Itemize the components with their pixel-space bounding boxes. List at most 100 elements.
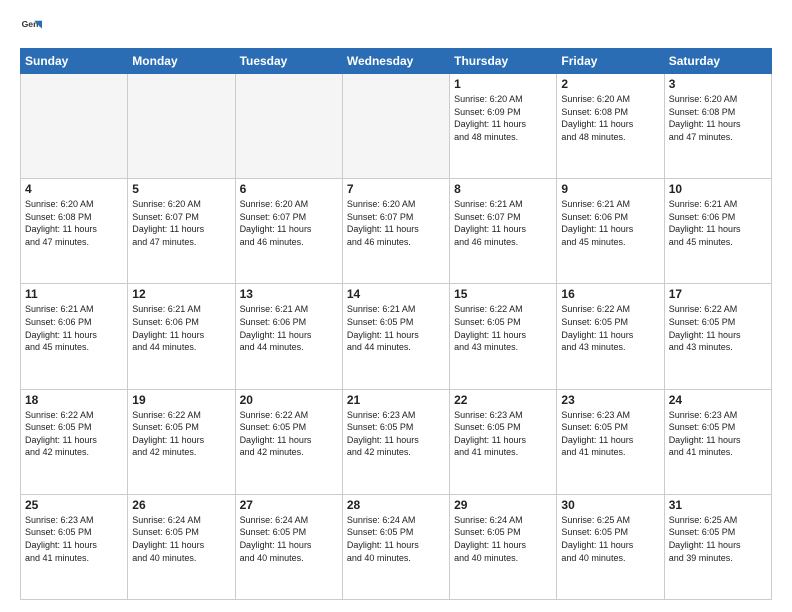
day-number: 4	[25, 182, 123, 196]
day-number: 14	[347, 287, 445, 301]
calendar-cell: 28Sunrise: 6:24 AM Sunset: 6:05 PM Dayli…	[342, 494, 449, 599]
week-row-1: 1 Sunrise: 6:20 AM Sunset: 6:09 PM Daylig…	[21, 74, 772, 179]
day-number: 9	[561, 182, 659, 196]
week-row-5: 25 Sunrise: 6:23 AM Sunset: 6:05 PM Dayli…	[21, 494, 772, 599]
day-info: Sunrise: 6:25 AM Sunset: 6:05 PM Dayligh…	[561, 514, 659, 564]
calendar-table: SundayMondayTuesdayWednesdayThursdayFrid…	[20, 48, 772, 600]
calendar-cell: 15 Sunrise: 6:22 AM Sunset: 6:05 PM Dayli…	[450, 284, 557, 389]
logo: General	[20, 16, 46, 38]
day-info: Sunrise: 6:20 AM Sunset: 6:07 PM Dayligh…	[347, 198, 445, 248]
calendar-cell: 12Sunrise: 6:21 AM Sunset: 6:06 PM Dayli…	[128, 284, 235, 389]
day-number: 11	[25, 287, 123, 301]
day-info: Sunrise: 6:21 AM Sunset: 6:06 PM Dayligh…	[561, 198, 659, 248]
day-info: Sunrise: 6:25 AM Sunset: 6:05 PM Dayligh…	[669, 514, 767, 564]
calendar-cell: 3 Sunrise: 6:20 AM Sunset: 6:08 PM Daylig…	[664, 74, 771, 179]
day-number: 21	[347, 393, 445, 407]
calendar-cell: 31Sunrise: 6:25 AM Sunset: 6:05 PM Dayli…	[664, 494, 771, 599]
day-info: Sunrise: 6:23 AM Sunset: 6:05 PM Dayligh…	[669, 409, 767, 459]
day-number: 12	[132, 287, 230, 301]
calendar-cell: 30 Sunrise: 6:25 AM Sunset: 6:05 PM Dayli…	[557, 494, 664, 599]
day-info: Sunrise: 6:21 AM Sunset: 6:06 PM Dayligh…	[240, 303, 338, 353]
calendar-cell: 7 Sunrise: 6:20 AM Sunset: 6:07 PM Daylig…	[342, 179, 449, 284]
day-number: 25	[25, 498, 123, 512]
weekday-monday: Monday	[128, 49, 235, 74]
calendar-cell: 27 Sunrise: 6:24 AM Sunset: 6:05 PM Dayli…	[235, 494, 342, 599]
calendar-cell	[342, 74, 449, 179]
day-info: Sunrise: 6:22 AM Sunset: 6:05 PM Dayligh…	[25, 409, 123, 459]
day-info: Sunrise: 6:24 AM Sunset: 6:05 PM Dayligh…	[454, 514, 552, 564]
weekday-wednesday: Wednesday	[342, 49, 449, 74]
calendar-cell: 2 Sunrise: 6:20 AM Sunset: 6:08 PM Daylig…	[557, 74, 664, 179]
calendar-cell: 22 Sunrise: 6:23 AM Sunset: 6:05 PM Dayli…	[450, 389, 557, 494]
calendar-cell: 1 Sunrise: 6:20 AM Sunset: 6:09 PM Daylig…	[450, 74, 557, 179]
day-number: 7	[347, 182, 445, 196]
day-number: 5	[132, 182, 230, 196]
calendar-cell: 8 Sunrise: 6:21 AM Sunset: 6:07 PM Daylig…	[450, 179, 557, 284]
day-info: Sunrise: 6:22 AM Sunset: 6:05 PM Dayligh…	[561, 303, 659, 353]
weekday-header-row: SundayMondayTuesdayWednesdayThursdayFrid…	[21, 49, 772, 74]
calendar-cell: 5 Sunrise: 6:20 AM Sunset: 6:07 PM Daylig…	[128, 179, 235, 284]
day-info: Sunrise: 6:20 AM Sunset: 6:08 PM Dayligh…	[669, 93, 767, 143]
day-number: 10	[669, 182, 767, 196]
day-number: 23	[561, 393, 659, 407]
day-info: Sunrise: 6:22 AM Sunset: 6:05 PM Dayligh…	[240, 409, 338, 459]
calendar-cell	[21, 74, 128, 179]
day-number: 6	[240, 182, 338, 196]
week-row-3: 11 Sunrise: 6:21 AM Sunset: 6:06 PM Dayli…	[21, 284, 772, 389]
day-number: 18	[25, 393, 123, 407]
day-number: 2	[561, 77, 659, 91]
day-number: 19	[132, 393, 230, 407]
day-number: 1	[454, 77, 552, 91]
day-number: 24	[669, 393, 767, 407]
calendar-cell: 14 Sunrise: 6:21 AM Sunset: 6:05 PM Dayli…	[342, 284, 449, 389]
day-info: Sunrise: 6:22 AM Sunset: 6:05 PM Dayligh…	[669, 303, 767, 353]
weekday-thursday: Thursday	[450, 49, 557, 74]
day-info: Sunrise: 6:24 AM Sunset: 6:05 PM Dayligh…	[240, 514, 338, 564]
day-info: Sunrise: 6:20 AM Sunset: 6:07 PM Dayligh…	[132, 198, 230, 248]
day-info: Sunrise: 6:22 AM Sunset: 6:05 PM Dayligh…	[454, 303, 552, 353]
day-number: 8	[454, 182, 552, 196]
day-info: Sunrise: 6:23 AM Sunset: 6:05 PM Dayligh…	[347, 409, 445, 459]
day-number: 15	[454, 287, 552, 301]
weekday-tuesday: Tuesday	[235, 49, 342, 74]
day-info: Sunrise: 6:20 AM Sunset: 6:08 PM Dayligh…	[25, 198, 123, 248]
day-number: 17	[669, 287, 767, 301]
day-number: 29	[454, 498, 552, 512]
day-info: Sunrise: 6:24 AM Sunset: 6:05 PM Dayligh…	[347, 514, 445, 564]
calendar-cell: 16 Sunrise: 6:22 AM Sunset: 6:05 PM Dayli…	[557, 284, 664, 389]
calendar-cell: 19 Sunrise: 6:22 AM Sunset: 6:05 PM Dayli…	[128, 389, 235, 494]
day-number: 27	[240, 498, 338, 512]
day-info: Sunrise: 6:20 AM Sunset: 6:09 PM Dayligh…	[454, 93, 552, 143]
calendar-cell: 18 Sunrise: 6:22 AM Sunset: 6:05 PM Dayli…	[21, 389, 128, 494]
day-number: 16	[561, 287, 659, 301]
day-info: Sunrise: 6:21 AM Sunset: 6:06 PM Dayligh…	[669, 198, 767, 248]
calendar-cell: 10 Sunrise: 6:21 AM Sunset: 6:06 PM Dayli…	[664, 179, 771, 284]
day-number: 22	[454, 393, 552, 407]
calendar-cell: 4 Sunrise: 6:20 AM Sunset: 6:08 PM Daylig…	[21, 179, 128, 284]
day-number: 20	[240, 393, 338, 407]
day-info: Sunrise: 6:21 AM Sunset: 6:06 PM Dayligh…	[25, 303, 123, 353]
day-number: 13	[240, 287, 338, 301]
day-info: Sunrise: 6:23 AM Sunset: 6:05 PM Dayligh…	[25, 514, 123, 564]
header: General	[20, 16, 772, 38]
page: General SundayMondayTuesdayWednesdayThur…	[0, 0, 792, 612]
calendar-cell	[128, 74, 235, 179]
day-info: Sunrise: 6:24 AM Sunset: 6:05 PM Dayligh…	[132, 514, 230, 564]
weekday-sunday: Sunday	[21, 49, 128, 74]
week-row-4: 18 Sunrise: 6:22 AM Sunset: 6:05 PM Dayli…	[21, 389, 772, 494]
day-info: Sunrise: 6:22 AM Sunset: 6:05 PM Dayligh…	[132, 409, 230, 459]
day-number: 26	[132, 498, 230, 512]
calendar-cell: 23Sunrise: 6:23 AM Sunset: 6:05 PM Dayli…	[557, 389, 664, 494]
day-info: Sunrise: 6:21 AM Sunset: 6:05 PM Dayligh…	[347, 303, 445, 353]
calendar-cell	[235, 74, 342, 179]
day-info: Sunrise: 6:21 AM Sunset: 6:07 PM Dayligh…	[454, 198, 552, 248]
calendar-cell: 17 Sunrise: 6:22 AM Sunset: 6:05 PM Dayli…	[664, 284, 771, 389]
day-number: 3	[669, 77, 767, 91]
day-number: 30	[561, 498, 659, 512]
day-info: Sunrise: 6:20 AM Sunset: 6:08 PM Dayligh…	[561, 93, 659, 143]
calendar-cell: 21 Sunrise: 6:23 AM Sunset: 6:05 PM Dayli…	[342, 389, 449, 494]
day-info: Sunrise: 6:20 AM Sunset: 6:07 PM Dayligh…	[240, 198, 338, 248]
calendar-cell: 9 Sunrise: 6:21 AM Sunset: 6:06 PM Daylig…	[557, 179, 664, 284]
calendar-cell: 26 Sunrise: 6:24 AM Sunset: 6:05 PM Dayli…	[128, 494, 235, 599]
day-info: Sunrise: 6:23 AM Sunset: 6:05 PM Dayligh…	[454, 409, 552, 459]
